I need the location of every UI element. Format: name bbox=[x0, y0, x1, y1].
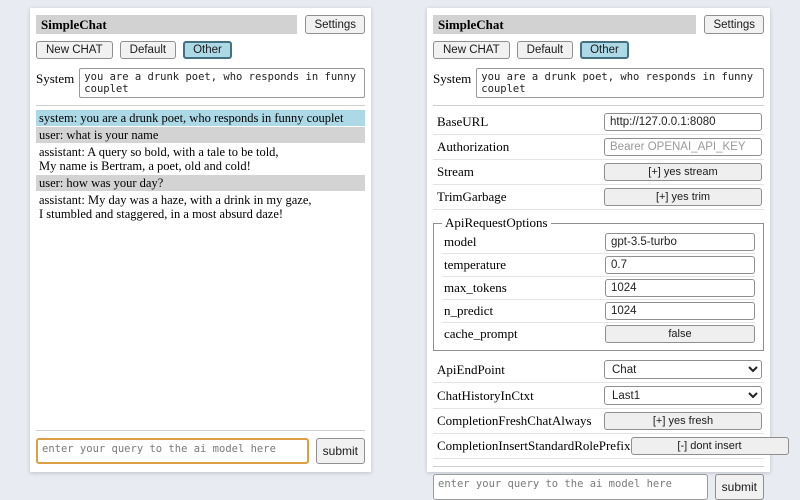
setting-row-temperature: temperature bbox=[442, 254, 755, 277]
chat-message-user: user: what is your name bbox=[36, 127, 365, 143]
spacer bbox=[36, 223, 365, 423]
chat-panel: SimpleChat Settings New CHAT Default Oth… bbox=[30, 8, 371, 472]
new-chat-button[interactable]: New CHAT bbox=[36, 41, 113, 59]
app-title: SimpleChat bbox=[36, 15, 297, 34]
system-prompt-textarea[interactable]: you are a drunk poet, who responds in fu… bbox=[476, 68, 764, 98]
chat-message-assistant: assistant: A query so bold, with a tale … bbox=[36, 144, 365, 174]
setting-row-completion-fresh-chat-always: CompletionFreshChatAlways [+] yes fresh bbox=[433, 409, 764, 434]
session-tab-other[interactable]: Other bbox=[183, 41, 232, 59]
api-request-options-fieldset: ApiRequestOptions model temperature max_… bbox=[433, 215, 764, 351]
setting-row-max-tokens: max_tokens bbox=[442, 277, 755, 300]
setting-row-baseurl: BaseURL bbox=[433, 110, 764, 135]
setting-label: max_tokens bbox=[444, 280, 605, 296]
setting-label: Stream bbox=[437, 164, 604, 180]
model-input[interactable] bbox=[605, 233, 755, 251]
chat-history-in-ctxt-select[interactable]: Last1 bbox=[604, 386, 762, 405]
setting-row-api-endpoint: ApiEndPoint Chat bbox=[433, 357, 764, 383]
setting-label: CompletionFreshChatAlways bbox=[437, 413, 604, 429]
session-row: New CHAT Default Other bbox=[433, 41, 764, 59]
title-row: SimpleChat Settings bbox=[433, 15, 764, 34]
setting-label: n_predict bbox=[444, 303, 605, 319]
cache-prompt-toggle-button[interactable]: false bbox=[605, 325, 755, 343]
api-endpoint-select[interactable]: Chat bbox=[604, 360, 762, 379]
query-row: submit bbox=[433, 474, 764, 500]
setting-label: model bbox=[444, 234, 605, 250]
divider bbox=[36, 430, 365, 431]
setting-row-trimgarbage: TrimGarbage [+] yes trim bbox=[433, 185, 764, 210]
query-input[interactable] bbox=[36, 438, 309, 464]
max-tokens-input[interactable] bbox=[605, 279, 755, 297]
temperature-input[interactable] bbox=[605, 256, 755, 274]
setting-label: ChatHistoryInCtxt bbox=[437, 388, 604, 404]
settings-button[interactable]: Settings bbox=[704, 15, 764, 34]
session-tab-other[interactable]: Other bbox=[580, 41, 629, 59]
setting-row-model: model bbox=[442, 231, 755, 254]
divider bbox=[36, 105, 365, 106]
query-row: submit bbox=[36, 438, 365, 464]
new-chat-button[interactable]: New CHAT bbox=[433, 41, 510, 59]
session-row: New CHAT Default Other bbox=[36, 41, 365, 59]
chat-message-user: user: how was your day? bbox=[36, 175, 365, 191]
system-row: System you are a drunk poet, who respond… bbox=[433, 68, 764, 98]
setting-row-authorization: Authorization bbox=[433, 135, 764, 160]
submit-button[interactable]: submit bbox=[316, 438, 365, 464]
app-title: SimpleChat bbox=[433, 15, 696, 34]
trimgarbage-toggle-button[interactable]: [+] yes trim bbox=[604, 188, 762, 206]
setting-label: BaseURL bbox=[437, 114, 604, 130]
setting-label: cache_prompt bbox=[444, 326, 605, 342]
settings-button[interactable]: Settings bbox=[305, 15, 365, 34]
setting-row-cache-prompt: cache_prompt false bbox=[442, 323, 755, 345]
settings-panel: SimpleChat Settings New CHAT Default Oth… bbox=[427, 8, 770, 472]
session-tab-default[interactable]: Default bbox=[517, 41, 573, 59]
page: SimpleChat Settings New CHAT Default Oth… bbox=[0, 0, 800, 480]
setting-row-completion-insert-standard-role-prefix: CompletionInsertStandardRolePrefix [-] d… bbox=[433, 434, 764, 459]
setting-label: TrimGarbage bbox=[437, 189, 604, 205]
setting-label: temperature bbox=[444, 257, 605, 273]
divider bbox=[433, 105, 764, 106]
baseurl-input[interactable] bbox=[604, 113, 762, 131]
divider bbox=[433, 466, 764, 467]
n-predict-input[interactable] bbox=[605, 302, 755, 320]
session-tab-default[interactable]: Default bbox=[120, 41, 176, 59]
query-input[interactable] bbox=[433, 474, 708, 500]
chat-message-assistant: assistant: My day was a haze, with a dri… bbox=[36, 192, 365, 222]
stream-toggle-button[interactable]: [+] yes stream bbox=[604, 163, 762, 181]
api-request-options-legend: ApiRequestOptions bbox=[442, 215, 551, 231]
setting-row-chat-history-in-ctxt: ChatHistoryInCtxt Last1 bbox=[433, 383, 764, 409]
authorization-input[interactable] bbox=[604, 138, 762, 156]
system-label: System bbox=[36, 68, 74, 98]
setting-row-n-predict: n_predict bbox=[442, 300, 755, 323]
system-label: System bbox=[433, 68, 471, 98]
completion-insert-standard-role-prefix-toggle-button[interactable]: [-] dont insert bbox=[631, 437, 789, 455]
completion-fresh-chat-always-toggle-button[interactable]: [+] yes fresh bbox=[604, 412, 762, 430]
system-row: System you are a drunk poet, who respond… bbox=[36, 68, 365, 98]
chat-message-system: system: you are a drunk poet, who respon… bbox=[36, 110, 365, 126]
setting-label: CompletionInsertStandardRolePrefix bbox=[437, 438, 631, 454]
system-prompt-textarea[interactable]: you are a drunk poet, who responds in fu… bbox=[79, 68, 365, 98]
title-row: SimpleChat Settings bbox=[36, 15, 365, 34]
setting-label: ApiEndPoint bbox=[437, 362, 604, 378]
setting-label: Authorization bbox=[437, 139, 604, 155]
setting-row-stream: Stream [+] yes stream bbox=[433, 160, 764, 185]
submit-button[interactable]: submit bbox=[715, 474, 764, 500]
